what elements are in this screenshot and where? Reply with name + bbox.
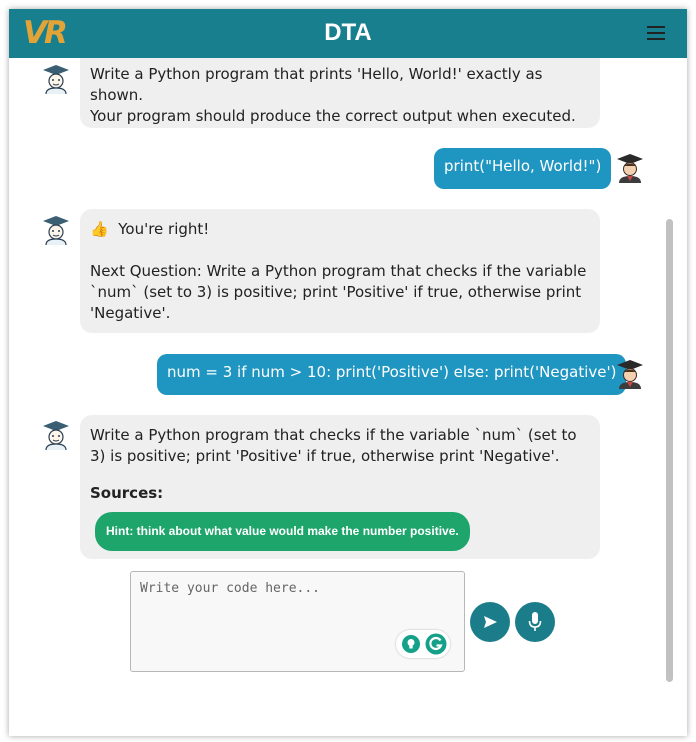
- app-header: VR DTA: [9, 9, 687, 58]
- tutor-avatar-icon: [43, 421, 69, 450]
- microphone-button[interactable]: [515, 602, 555, 642]
- send-icon: [484, 616, 497, 628]
- thumbs-up-icon: 👍: [90, 220, 109, 238]
- student-avatar-icon: [617, 154, 643, 183]
- bot-message: 👍 You're right! Next Question: Write a P…: [80, 209, 600, 333]
- hamburger-menu-icon[interactable]: [647, 26, 665, 40]
- sources-label: Sources:: [90, 484, 164, 502]
- lightbulb-icon[interactable]: [401, 634, 421, 654]
- message-line: 👍 You're right!: [90, 219, 590, 240]
- tutor-avatar-icon: [43, 216, 69, 245]
- bot-message: Write a Python program that prints 'Hell…: [80, 58, 600, 128]
- microphone-icon: [528, 612, 542, 631]
- scrollbar[interactable]: [666, 219, 673, 682]
- message-line: Write a Python program that prints 'Hell…: [90, 65, 543, 104]
- message-line: Your program should produce the correct …: [90, 107, 576, 125]
- send-button[interactable]: [470, 602, 510, 642]
- message-text: Next Question: Write a Python program th…: [90, 262, 587, 322]
- chat-window: VR DTA Write a Python program that print…: [9, 9, 687, 736]
- student-avatar-icon: [617, 360, 643, 389]
- bot-message: Write a Python program that checks if th…: [80, 415, 600, 559]
- grammarly-widget[interactable]: [396, 630, 450, 658]
- message-text: You're right!: [118, 220, 210, 238]
- tutor-avatar-icon: [43, 65, 69, 94]
- page-title: DTA: [324, 19, 372, 46]
- hint-button[interactable]: Hint: think about what value would make …: [95, 512, 470, 551]
- user-message: print("Hello, World!"): [434, 148, 612, 189]
- chat-area: Write a Python program that prints 'Hell…: [9, 58, 687, 736]
- grammarly-icon[interactable]: [425, 633, 447, 655]
- message-text: Write a Python program that checks if th…: [90, 426, 577, 465]
- user-message: num = 3 if num > 10: print('Positive') e…: [157, 354, 627, 395]
